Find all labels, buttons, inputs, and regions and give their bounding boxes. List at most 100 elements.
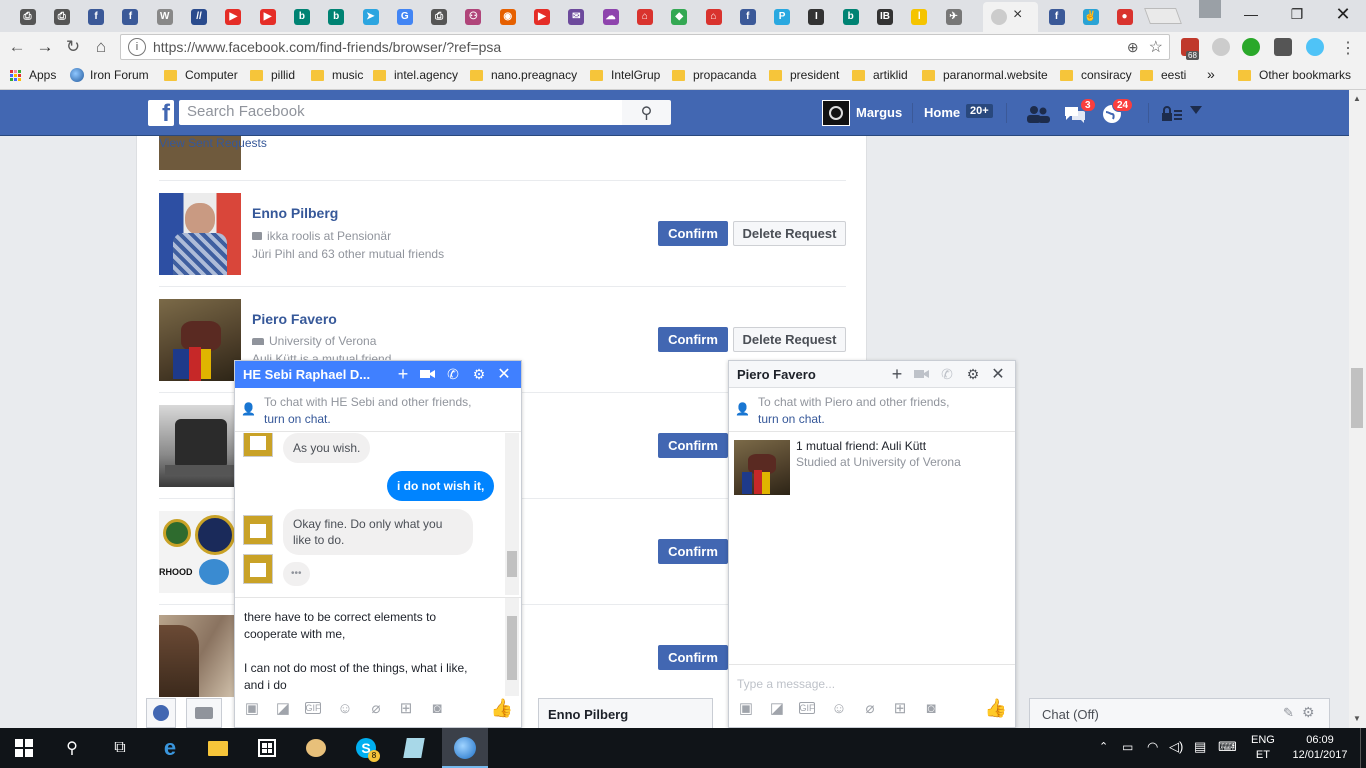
browser-tab[interactable]: f [117, 4, 144, 30]
emoji-icon[interactable]: ☺ [336, 699, 354, 717]
browser-tab[interactable]: ⚇ [460, 4, 487, 30]
confirm-button[interactable]: Confirm [658, 433, 728, 458]
browser-tab[interactable]: I [803, 4, 830, 30]
active-chrome-task[interactable] [442, 728, 488, 768]
scrollbar[interactable] [505, 598, 519, 696]
browser-tab[interactable]: ⌂ [700, 4, 727, 30]
browser-tab[interactable]: f [734, 4, 761, 30]
disabled-extension-icon[interactable] [1212, 38, 1230, 56]
browser-tab[interactable]: ▶ [254, 4, 281, 30]
scroll-down-arrow[interactable]: ▼ [1353, 714, 1361, 723]
like-thumb-icon[interactable]: 👍 [491, 698, 513, 718]
browser-tab[interactable]: ☁ [597, 4, 624, 30]
request-profile-photo[interactable] [159, 615, 241, 697]
home-link[interactable]: Home [924, 105, 960, 120]
forward-icon[interactable]: → [34, 36, 56, 58]
restore-window-button[interactable]: ❐ [1274, 0, 1320, 28]
message-composer[interactable]: there have to be correct elements to coo… [235, 597, 521, 697]
search-icon[interactable]: ⚲ [622, 100, 671, 125]
volume-icon[interactable]: ◁) [1169, 739, 1183, 755]
browser-tab[interactable]: G [391, 4, 418, 30]
avatar[interactable] [243, 433, 273, 457]
add-people-icon[interactable]: + [889, 364, 905, 384]
mutual-friends-text[interactable]: Jüri Pihl and 63 other mutual friends [252, 247, 444, 261]
chat-sidebar-bar[interactable]: Chat (Off) ✎ ⚙ [1029, 698, 1330, 728]
battery-icon[interactable]: ▭ [1122, 740, 1133, 754]
browser-tab[interactable]: ▶ [529, 4, 556, 30]
notes-app-icon[interactable] [402, 736, 426, 760]
game-icon[interactable]: ⊞ [891, 699, 909, 717]
scroll-thumb[interactable] [1351, 368, 1363, 428]
friend-requests-icon[interactable] [1026, 104, 1050, 124]
back-icon[interactable]: ← [6, 36, 28, 58]
camera-icon[interactable]: ◙ [922, 699, 940, 717]
request-name[interactable]: Piero Favero [252, 311, 337, 327]
chat-globe-button[interactable] [146, 698, 176, 728]
close-chat-icon[interactable]: ✕ [496, 366, 512, 383]
bookmark-item[interactable]: president [769, 68, 839, 82]
delete-request-button[interactable]: Delete Request [733, 327, 846, 352]
chat-settings-gear-icon[interactable]: ⚙ [1302, 704, 1315, 721]
attachment-icon[interactable]: ⌀ [367, 699, 385, 717]
facebook-logo-icon[interactable]: f [148, 100, 174, 126]
keyboard-icon[interactable]: ⌨ [1218, 739, 1237, 755]
browser-tab[interactable]: ◆ [666, 4, 693, 30]
browser-tab[interactable]: IB [872, 4, 899, 30]
bookmark-item[interactable]: propacanda [672, 68, 756, 82]
bookmark-item[interactable]: nano.preagnacy [470, 68, 577, 82]
other-bookmarks[interactable]: Other bookmarks [1238, 68, 1351, 82]
menu-icon[interactable]: ⋮ [1340, 38, 1356, 58]
confirm-button[interactable]: Confirm [658, 327, 728, 352]
bookmark-item[interactable]: pillid [250, 68, 295, 82]
game-icon[interactable]: ⊞ [397, 699, 415, 717]
action-center-icon[interactable]: ▤ [1194, 739, 1206, 755]
turn-on-chat-link[interactable]: turn on chat. [264, 412, 331, 426]
bookmark-item[interactable]: Computer [164, 68, 238, 82]
browser-tab[interactable]: ✉ [563, 4, 590, 30]
confirm-button[interactable]: Confirm [658, 221, 728, 246]
profile-photo[interactable] [734, 440, 790, 495]
reload-icon[interactable]: ↻ [62, 36, 84, 58]
browser-tab[interactable]: b [288, 4, 315, 30]
account-dropdown-icon[interactable] [1190, 106, 1202, 114]
language-indicator[interactable]: ENG ET [1251, 733, 1275, 763]
close-chat-icon[interactable]: ✕ [990, 366, 1006, 383]
minimized-chat-tab[interactable]: Enno Pilberg [538, 698, 713, 728]
tray-overflow-icon[interactable]: ⌃ [1099, 740, 1108, 753]
settings-gear-icon[interactable]: ⚙ [471, 366, 487, 382]
clock[interactable]: 06:09 12/01/2017 [1290, 733, 1350, 763]
request-profile-photo[interactable] [159, 193, 241, 275]
bookmark-item[interactable]: IntelGrup [590, 68, 660, 82]
profile-name-link[interactable]: Margus [856, 105, 902, 120]
bookmark-item[interactable]: paranormal.website [922, 68, 1048, 82]
camera-icon[interactable]: ◙ [428, 699, 446, 717]
browser-tab[interactable]: b [837, 4, 864, 30]
bookmarks-overflow-button[interactable]: » [1207, 66, 1215, 82]
request-profile-photo[interactable] [159, 299, 241, 381]
info-icon[interactable]: i [128, 38, 146, 56]
bookmark-item[interactable]: Iron Forum [70, 68, 149, 82]
browser-tab[interactable]: // [186, 4, 213, 30]
turn-on-chat-link[interactable]: turn on chat. [758, 412, 825, 426]
attachment-icon[interactable]: ⌀ [861, 699, 879, 717]
star-icon[interactable]: ☆ [1149, 37, 1163, 57]
browser-tab[interactable]: b [323, 4, 350, 30]
bookmark-item[interactable]: intel.agency [373, 68, 458, 82]
browser-tab[interactable]: ⌂ [631, 4, 658, 30]
windows-start-icon[interactable] [12, 736, 36, 760]
voice-call-icon[interactable]: ✆ [939, 366, 955, 382]
media-extension-icon[interactable] [1306, 38, 1324, 56]
like-thumb-icon[interactable]: 👍 [985, 698, 1007, 718]
sticker-icon[interactable]: ◪ [768, 699, 786, 717]
sticker-icon[interactable]: ◪ [274, 699, 292, 717]
browser-tab[interactable]: ✈ [940, 4, 967, 30]
browser-tab[interactable]: l [906, 4, 933, 30]
photo-icon[interactable]: ▣ [243, 699, 261, 717]
active-tab[interactable]: × [983, 2, 1038, 32]
bookmark-item[interactable]: music [311, 68, 363, 82]
bookmark-item[interactable]: artiklid [852, 68, 908, 82]
browser-tab[interactable]: ➤ [357, 4, 384, 30]
search-input[interactable]: Search Facebook [179, 100, 622, 125]
browser-tab[interactable]: f [83, 4, 110, 30]
home-icon[interactable]: ⌂ [90, 36, 112, 58]
